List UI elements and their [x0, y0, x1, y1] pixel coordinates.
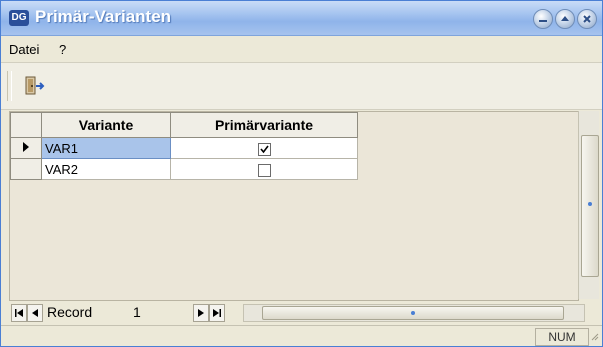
- table-row[interactable]: VAR2: [10, 158, 358, 180]
- last-record-icon: [213, 309, 221, 317]
- num-lock-indicator: NUM: [535, 328, 589, 346]
- exit-door-icon[interactable]: [23, 75, 47, 97]
- record-label: Record: [47, 304, 93, 320]
- current-row-indicator[interactable]: [10, 137, 42, 159]
- vertical-scrollbar[interactable]: [578, 111, 599, 299]
- maximize-icon[interactable]: [555, 9, 575, 29]
- menu-help[interactable]: ?: [59, 42, 66, 57]
- scroll-grip-icon: [588, 202, 592, 206]
- menu-datei[interactable]: Datei: [9, 42, 39, 57]
- first-record-button[interactable]: [11, 304, 27, 322]
- vertical-scroll-thumb[interactable]: [581, 135, 599, 277]
- cell-primaervariante[interactable]: [170, 137, 358, 159]
- status-bar: NUM: [1, 325, 602, 346]
- main-window: DG Primär-Varianten Datei ? Variante Pri…: [0, 0, 603, 347]
- cell-variante[interactable]: VAR2: [41, 158, 171, 180]
- table-row[interactable]: VAR1: [10, 137, 358, 159]
- previous-record-button[interactable]: [27, 304, 43, 322]
- record-number[interactable]: 1: [133, 304, 141, 320]
- primary-checkbox[interactable]: [257, 142, 271, 156]
- menu-bar: Datei ?: [1, 36, 602, 63]
- cell-variante[interactable]: VAR1: [41, 137, 171, 159]
- column-header-variante[interactable]: Variante: [41, 112, 171, 138]
- data-grid: Variante Primärvariante VAR1 VAR2: [9, 111, 579, 301]
- scroll-grip-icon: [411, 311, 415, 315]
- next-record-icon: [198, 309, 204, 317]
- title-bar[interactable]: DG Primär-Varianten: [1, 1, 602, 36]
- row-pointer-icon: [23, 141, 29, 152]
- first-record-icon: [15, 309, 23, 317]
- grid-table: Variante Primärvariante VAR1 VAR2: [10, 112, 358, 180]
- toolbar: [1, 63, 602, 110]
- previous-record-icon: [32, 309, 38, 317]
- horizontal-scroll-thumb[interactable]: [262, 306, 564, 320]
- row-indicator[interactable]: [10, 158, 42, 180]
- cell-primaervariante[interactable]: [170, 158, 358, 180]
- resize-grip-icon[interactable]: [589, 331, 599, 343]
- window-title: Primär-Varianten: [35, 7, 172, 26]
- minimize-icon[interactable]: [533, 9, 553, 29]
- horizontal-scrollbar[interactable]: [243, 304, 585, 322]
- record-navigator: Record 1: [9, 301, 597, 323]
- row-indicator-header: [10, 112, 42, 138]
- close-icon[interactable]: [577, 9, 597, 29]
- last-record-button[interactable]: [209, 304, 225, 322]
- column-header-primaervariante[interactable]: Primärvariante: [170, 112, 358, 138]
- app-icon: DG: [9, 10, 29, 26]
- checkmark-icon: [259, 145, 269, 153]
- primary-checkbox[interactable]: [257, 163, 271, 177]
- next-record-button[interactable]: [193, 304, 209, 322]
- toolbar-grip[interactable]: [7, 71, 12, 101]
